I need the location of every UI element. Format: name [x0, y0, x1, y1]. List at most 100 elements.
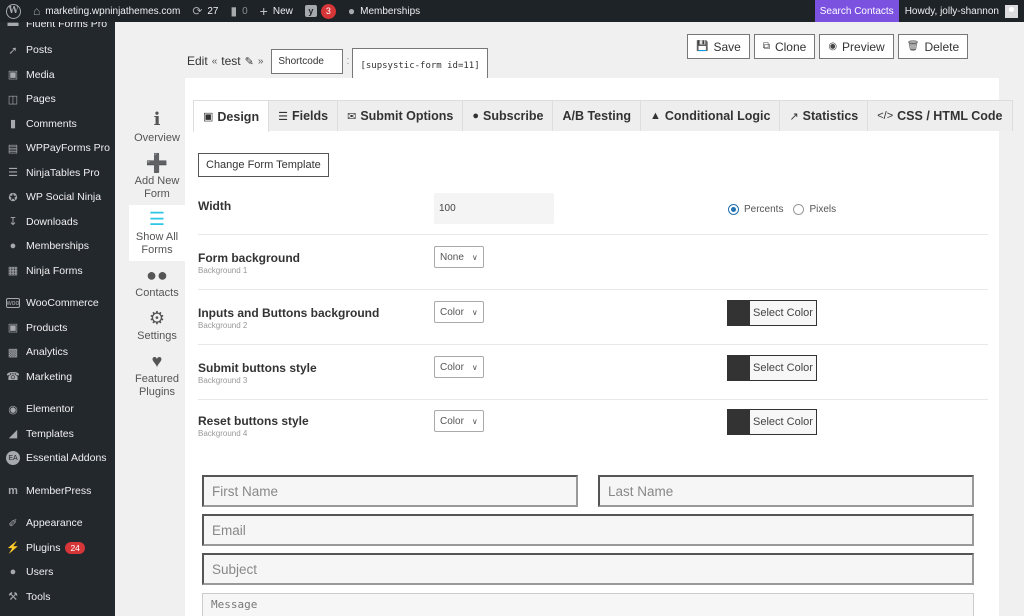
- menu-label: Downloads: [26, 215, 78, 228]
- menu-item-ninjatables[interactable]: ☰ NinjaTables Pro: [0, 161, 115, 186]
- tab-design[interactable]: ▣ Design: [193, 100, 270, 132]
- save-icon: 💾: [696, 41, 709, 52]
- menu-item-essential-addons[interactable]: EA Essential Addons: [0, 446, 115, 471]
- search-contacts-button[interactable]: Search Contacts: [814, 0, 899, 22]
- reset-color-picker[interactable]: Select Color: [727, 409, 817, 435]
- nav-add-new-form[interactable]: ➕ Add New Form: [129, 149, 185, 205]
- menu-label: Ninja Forms: [26, 264, 83, 277]
- menu-item-tools[interactable]: ⚒ Tools: [0, 585, 115, 610]
- menu-item-wppayforms[interactable]: ▤ WPPayForms Pro: [0, 136, 115, 161]
- form-background-row: Form background Background 1 None ∨: [198, 235, 988, 290]
- nav-featured-plugins[interactable]: ♥ Featured Plugins: [129, 347, 185, 403]
- heart-icon: ♥: [151, 351, 163, 371]
- tab-subscribe[interactable]: ● Subscribe: [462, 100, 554, 131]
- message-textarea[interactable]: Message: [202, 593, 974, 616]
- raquo-right: »: [257, 55, 264, 67]
- menu-item-analytics[interactable]: ▩ Analytics: [0, 340, 115, 365]
- menu-label: Memberships: [26, 240, 90, 253]
- memberships-link[interactable]: ● Memberships: [342, 0, 426, 22]
- change-template-label: Change Form Template: [206, 159, 321, 171]
- inputs-background-select[interactable]: Color ∨: [434, 301, 484, 323]
- nav-label: Settings: [137, 330, 177, 342]
- menu-item-pages[interactable]: ◫ Pages: [0, 87, 115, 112]
- menu-item-woocommerce[interactable]: woo WooCommerce: [0, 291, 115, 316]
- menu-item-memberships[interactable]: ● Memberships: [0, 234, 115, 259]
- clone-button[interactable]: ⧉ Clone: [753, 34, 816, 59]
- shortcode-value: [supsystic-form id=11]: [360, 61, 480, 71]
- menu-item-fluent-forms[interactable]: ▬ Fluent Forms Pro: [0, 22, 115, 30]
- select-color-label: Select Color: [750, 410, 816, 434]
- inputs-color-picker[interactable]: Select Color: [727, 300, 817, 326]
- my-account-link[interactable]: Howdy, jolly-shannon: [899, 0, 1024, 22]
- tab-fields[interactable]: ☰ Fields: [268, 100, 339, 131]
- menu-item-marketing[interactable]: ☎ Marketing: [0, 365, 115, 390]
- menu-item-comments[interactable]: ▮ Comments: [0, 112, 115, 137]
- tab-submit-options[interactable]: ✉ Submit Options: [337, 100, 464, 131]
- menu-item-wp-social-ninja[interactable]: ✪ WP Social Ninja: [0, 185, 115, 210]
- menu-item-memberpress[interactable]: m MemberPress: [0, 479, 115, 504]
- submit-color-picker[interactable]: Select Color: [727, 355, 817, 381]
- forms-icon: ▦: [7, 265, 19, 278]
- email-input[interactable]: Email: [202, 514, 974, 546]
- delete-button[interactable]: 🗑 Delete: [897, 34, 969, 59]
- tab-css-html-code[interactable]: </> CSS / HTML Code: [867, 100, 1013, 131]
- nav-show-all-forms[interactable]: ☰ Show All Forms: [129, 205, 185, 261]
- menu-item-plugins[interactable]: ⚡ Plugins 24: [0, 536, 115, 561]
- placeholder: Last Name: [608, 483, 674, 499]
- menu-label: Analytics: [26, 346, 69, 359]
- tab-statistics[interactable]: ↗ Statistics: [779, 100, 869, 131]
- menu-item-templates[interactable]: ◢ Templates: [0, 422, 115, 447]
- tab-ab-testing[interactable]: A/B Testing: [552, 100, 641, 131]
- menu-item-posts[interactable]: ➚ Posts: [0, 38, 115, 63]
- menu-item-elementor[interactable]: ◉ Elementor: [0, 397, 115, 422]
- menu-item-ninja-forms[interactable]: ▦ Ninja Forms: [0, 259, 115, 284]
- chevron-down-icon: ∨: [471, 362, 478, 372]
- menu-label: Fluent Forms Pro: [26, 22, 108, 30]
- nav-overview[interactable]: i Overview: [129, 106, 185, 149]
- last-name-input[interactable]: Last Name: [598, 475, 974, 507]
- wordpress-icon: W: [6, 3, 21, 19]
- menu-label: Elementor: [26, 403, 74, 416]
- shortcode-type-select[interactable]: Shortcode: [271, 48, 344, 74]
- yoast-link[interactable]: y3: [299, 0, 342, 22]
- admin-bar: W ⌂ marketing.wpninjathemes.com ⟳ 27 ▮ 0 + N…: [0, 0, 1024, 22]
- tab-conditional-logic[interactable]: ▲ Conditional Logic: [640, 100, 781, 131]
- wp-logo-button[interactable]: W: [0, 0, 27, 22]
- form-background-select[interactable]: None ∨: [434, 246, 484, 268]
- first-name-input[interactable]: First Name: [202, 475, 578, 507]
- comments-link[interactable]: ▮ 0: [225, 0, 254, 22]
- color-swatch: [728, 356, 750, 380]
- updates-link[interactable]: ⟳ 27: [186, 0, 224, 22]
- new-content-link[interactable]: + New: [254, 0, 299, 22]
- change-form-template-button[interactable]: Change Form Template: [198, 153, 329, 177]
- submit-background-select[interactable]: Color ∨: [434, 356, 484, 378]
- width-value: 100: [439, 203, 456, 214]
- menu-item-users[interactable]: ● Users: [0, 560, 115, 585]
- percents-radio[interactable]: [728, 204, 739, 215]
- reset-background-select[interactable]: Color ∨: [434, 410, 484, 432]
- menu-label: WPPayForms Pro: [26, 142, 111, 155]
- width-input[interactable]: 100: [434, 193, 554, 224]
- option-label: Reset buttons style: [198, 414, 309, 428]
- plus-icon: +: [259, 3, 268, 19]
- social-ninja-icon: ✪: [8, 191, 18, 204]
- menu-label: Templates: [26, 427, 74, 440]
- menu-item-appearance[interactable]: ✐ Appearance: [0, 511, 115, 536]
- menu-item-products[interactable]: ▣ Products: [0, 316, 115, 341]
- menu-item-media[interactable]: ▣ Media: [0, 63, 115, 88]
- preview-button[interactable]: ◉ Preview: [819, 34, 894, 59]
- nav-settings[interactable]: ⚙ Settings: [129, 304, 185, 347]
- pixels-radio[interactable]: [793, 204, 805, 215]
- menu-item-downloads[interactable]: ↧ Downloads: [0, 210, 115, 235]
- option-sublabel: Background 2: [198, 321, 248, 330]
- option-label: Submit buttons style: [198, 361, 317, 375]
- select-color-label: Select Color: [750, 301, 816, 325]
- form-name[interactable]: test: [221, 54, 240, 68]
- pencil-icon[interactable]: ✎: [245, 55, 254, 68]
- nav-contacts[interactable]: ●● Contacts: [129, 261, 185, 304]
- save-button[interactable]: 💾 Save: [687, 34, 750, 59]
- subject-input[interactable]: Subject: [202, 553, 974, 585]
- menu-label: Marketing: [26, 370, 73, 383]
- memberpress-icon: m: [8, 484, 18, 497]
- site-name-link[interactable]: ⌂ marketing.wpninjathemes.com: [27, 0, 186, 22]
